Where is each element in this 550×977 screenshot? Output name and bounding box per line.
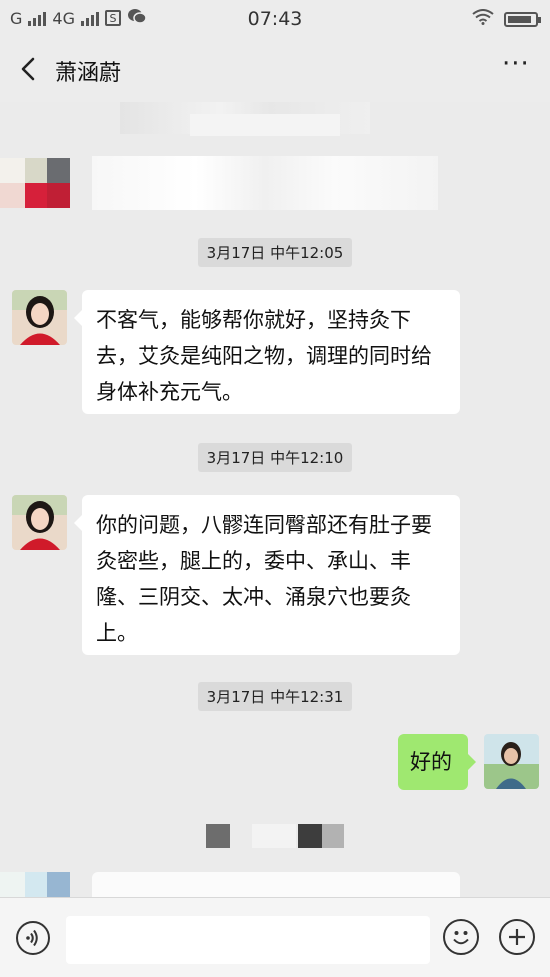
voice-icon [26, 929, 38, 947]
avatar-image [12, 495, 67, 550]
plus-icon [509, 929, 525, 945]
timestamp: 3月17日 中午12:05 [0, 238, 550, 267]
blurred-avatar [0, 872, 70, 897]
message-input[interactable] [66, 916, 430, 964]
my-avatar[interactable] [484, 734, 539, 789]
battery-icon [504, 11, 541, 27]
timestamp-label: 3月17日 中午12:31 [197, 682, 353, 711]
avatar-image [484, 734, 539, 789]
timestamp: 3月17日 中午12:31 [0, 682, 550, 711]
chevron-left-icon [21, 57, 35, 81]
blurred-bubble [92, 872, 460, 897]
timestamp-label: 3月17日 中午12:10 [197, 443, 353, 472]
avatar-image [12, 290, 67, 345]
blurred-content [206, 824, 230, 848]
contact-avatar[interactable] [12, 495, 67, 550]
input-bar [0, 897, 550, 977]
blurred-content [190, 114, 340, 136]
back-button[interactable] [14, 54, 44, 84]
contact-avatar[interactable] [12, 290, 67, 345]
timestamp-label: 3月17日 中午12:05 [197, 238, 353, 267]
emoji-icon [453, 931, 469, 945]
incoming-message[interactable]: 你的问题，八髎连同臀部还有肚子要灸密些，腿上的，委中、承山、丰隆、三阴交、太冲、… [74, 495, 460, 655]
status-time: 07:43 [247, 8, 303, 30]
timestamp: 3月17日 中午12:10 [0, 443, 550, 472]
chat-header: 萧涵蔚 ··· [0, 38, 550, 102]
outgoing-message[interactable]: 好的 [398, 734, 476, 790]
blurred-content [252, 824, 296, 848]
plus-button[interactable] [499, 919, 535, 955]
emoji-button[interactable] [443, 919, 479, 955]
blurred-content [298, 824, 322, 848]
status-right [472, 9, 541, 29]
blurred-bubble [92, 156, 438, 210]
wifi-icon [472, 9, 494, 29]
blurred-avatar [0, 158, 70, 208]
blurred-content [322, 824, 344, 848]
chat-area[interactable]: 3月17日 中午12:05 不客气，能够帮你就好，坚持灸下去，艾灸是纯阳之物，调… [0, 102, 550, 897]
status-bar: G 4G S 07:43 [0, 0, 550, 38]
incoming-message[interactable]: 不客气，能够帮你就好，坚持灸下去，艾灸是纯阳之物，调理的同时给身体补充元气。 [74, 290, 460, 414]
voice-button[interactable] [16, 921, 50, 955]
more-button[interactable]: ··· [502, 51, 532, 82]
chat-title: 萧涵蔚 [55, 61, 122, 86]
